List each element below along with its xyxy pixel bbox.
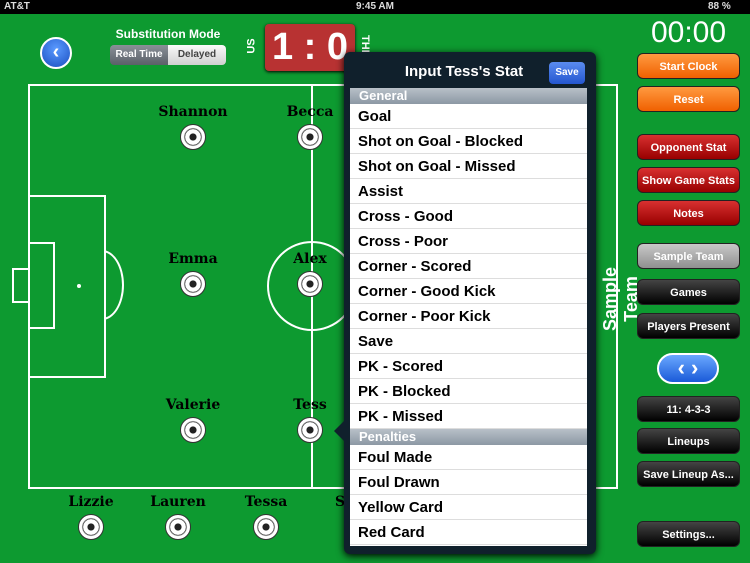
battery: 88 % <box>708 1 731 12</box>
team-label: Sample Team <box>600 266 641 332</box>
penalty-spot <box>77 284 81 288</box>
goal <box>12 268 30 303</box>
player-valerie[interactable]: Valerie <box>158 397 228 443</box>
substitution-mode-toggle[interactable]: Real Time Delayed <box>110 45 226 65</box>
carrier: AT&T <box>4 1 30 12</box>
game-clock: 00:00 <box>650 16 727 49</box>
section-header: General <box>350 88 587 104</box>
reset-button[interactable]: Reset <box>637 86 740 112</box>
stat-item[interactable]: Corner - Poor Kick <box>350 304 587 329</box>
players-present-button[interactable]: Players Present <box>637 313 740 339</box>
stat-item[interactable]: Foul Made <box>350 445 587 470</box>
player-emma[interactable]: Emma <box>158 251 228 297</box>
substitution-mode-title: Substitution Mode <box>115 27 221 41</box>
save-lineup-button[interactable]: Save Lineup As... <box>637 461 740 487</box>
lineups-button[interactable]: Lineups <box>637 428 740 454</box>
stat-item[interactable]: Goal <box>350 104 587 129</box>
back-button[interactable]: ‹ <box>40 37 72 69</box>
player-name: Valerie <box>165 397 221 413</box>
player-name: Tess <box>293 397 327 413</box>
soccer-ball-icon <box>253 514 279 540</box>
settings-button[interactable]: Settings... <box>637 521 740 547</box>
player-name: Lizzie <box>68 494 114 510</box>
stat-item[interactable]: Red Card <box>350 520 587 545</box>
player-name: Becca <box>286 104 334 120</box>
soccer-ball-icon <box>297 271 323 297</box>
player-becca[interactable]: Becca <box>275 104 345 150</box>
soccer-ball-icon <box>78 514 104 540</box>
stat-item[interactable]: Assist <box>350 179 587 204</box>
status-bar: AT&T 9:45 AM 88 % <box>0 0 750 14</box>
stat-item[interactable]: PK - Scored <box>350 354 587 379</box>
stat-popover: Input Tess's Stat Save General Goal Shot o… <box>344 52 596 554</box>
bench-lauren[interactable]: Lauren <box>143 494 213 540</box>
bench-lizzie[interactable]: Lizzie <box>56 494 126 540</box>
stat-item[interactable]: Cross - Good <box>350 204 587 229</box>
stat-item[interactable]: PK - Blocked <box>350 379 587 404</box>
stat-item[interactable]: Corner - Scored <box>350 254 587 279</box>
popover-title: Input Tess's Stat <box>404 63 524 80</box>
player-name: Alex <box>293 251 327 267</box>
player-name: Lauren <box>150 494 206 510</box>
stat-item[interactable]: Save <box>350 329 587 354</box>
stat-item[interactable]: Cross - Poor <box>350 229 587 254</box>
stat-item[interactable]: Foul Drawn <box>350 470 587 495</box>
soccer-ball-icon <box>297 124 323 150</box>
seg-delayed[interactable]: Delayed <box>168 45 226 65</box>
left-right-arrows-button[interactable]: ‹ › <box>657 353 719 384</box>
home-label: US <box>245 38 258 54</box>
stat-item[interactable]: Corner - Good Kick <box>350 279 587 304</box>
save-button[interactable]: Save <box>549 62 585 84</box>
games-button[interactable]: Games <box>637 279 740 305</box>
sample-team-button[interactable]: Sample Team <box>637 243 740 269</box>
soccer-ball-icon <box>180 124 206 150</box>
soccer-ball-icon <box>165 514 191 540</box>
stat-item[interactable]: PK - Missed <box>350 404 587 429</box>
stat-item[interactable]: Shot on Goal - Blocked <box>350 129 587 154</box>
stat-list[interactable]: General Goal Shot on Goal - Blocked Shot on… <box>350 88 587 546</box>
opponent-stat-button[interactable]: Opponent Stat <box>637 134 740 160</box>
seg-real-time[interactable]: Real Time <box>110 45 168 65</box>
section-header: Penalties <box>350 429 587 445</box>
soccer-ball-icon <box>180 271 206 297</box>
scoreboard[interactable]: 1 : 0 <box>265 24 355 71</box>
player-name: Shannon <box>158 104 228 120</box>
formation-button[interactable]: 11: 4-3-3 <box>637 396 740 422</box>
player-shannon[interactable]: Shannon <box>158 104 228 150</box>
goal-box <box>28 242 55 329</box>
time: 9:45 AM <box>356 1 394 12</box>
player-name: Tessa <box>244 494 288 510</box>
soccer-ball-icon <box>297 417 323 443</box>
soccer-ball-icon <box>180 417 206 443</box>
popover-arrow <box>334 420 345 442</box>
stat-item[interactable]: Shot on Goal - Missed <box>350 154 587 179</box>
bench-tessa[interactable]: Tessa <box>231 494 301 540</box>
stat-item[interactable]: Yellow Card <box>350 495 587 520</box>
player-alex[interactable]: Alex <box>275 251 345 297</box>
show-game-stats-button[interactable]: Show Game Stats <box>637 167 740 193</box>
start-clock-button[interactable]: Start Clock <box>637 53 740 79</box>
player-name: Emma <box>168 251 218 267</box>
notes-button[interactable]: Notes <box>637 200 740 226</box>
